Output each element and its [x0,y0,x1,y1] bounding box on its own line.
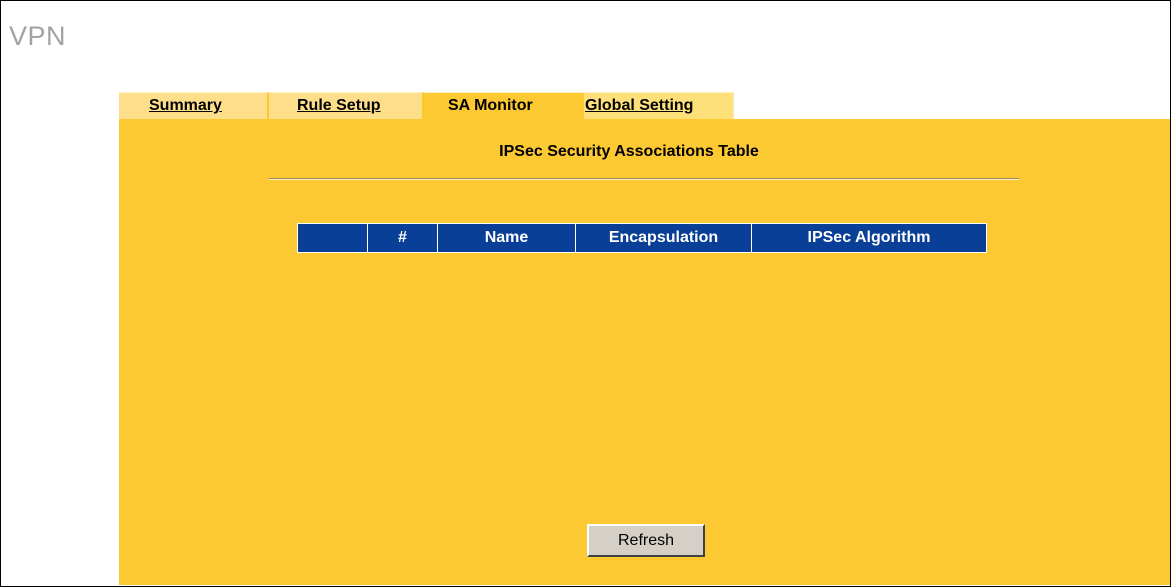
tab-sa-monitor-label: SA Monitor [448,97,533,114]
table-title: IPSec Security Associations Table [499,143,759,160]
refresh-button[interactable]: Refresh [587,524,705,557]
column-header-select [298,224,368,252]
tab-bar: Summary Rule Setup SA Monitor Global Set… [119,92,734,119]
tab-rule-setup-label[interactable]: Rule Setup [297,97,381,114]
window-frame: VPN Summary Rule Setup SA Monitor Global… [0,0,1171,587]
column-header-ipsec-algorithm: IPSec Algorithm [807,229,931,246]
page-title: VPN [9,21,67,51]
tab-summary-label[interactable]: Summary [149,97,222,114]
column-header-number: # [368,224,438,252]
column-header-encapsulation: Encapsulation [576,224,752,252]
sa-table-header: # Name Encapsulation IPSec Algorithm [297,223,987,253]
tab-global-setting[interactable]: Global Setting [584,92,734,119]
sa-monitor-panel: IPSec Security Associations Table # Name… [119,119,1170,585]
tab-global-setting-label[interactable]: Global Setting [585,97,693,114]
tab-rule-setup[interactable]: Rule Setup [269,92,424,119]
tab-summary[interactable]: Summary [119,92,269,119]
title-divider [269,178,1019,180]
column-header-name: Name [438,224,576,252]
tab-sa-monitor: SA Monitor [424,92,584,119]
